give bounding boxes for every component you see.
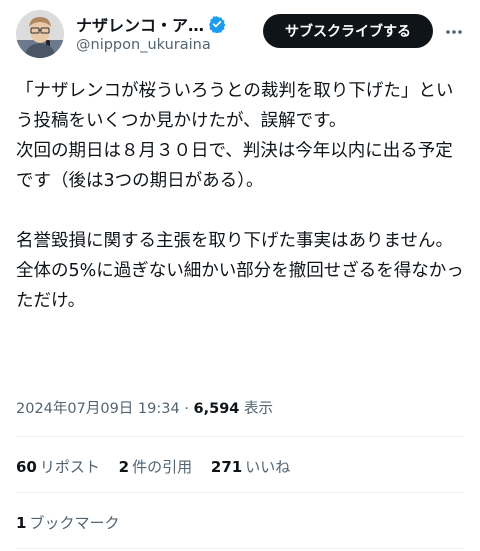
reposts-count: 60	[16, 458, 37, 476]
views-count: 6,594	[193, 401, 240, 417]
likes-count: 271	[210, 458, 243, 476]
author-info: ナザレンコ・ア… @nippon_ukuraina	[76, 13, 256, 53]
tweet-paragraph-2: 次回の期日は８月３０日で、判決は今年以内に出る予定です（後は3つの期日がある）。	[16, 141, 453, 191]
quotes-stat[interactable]: 2 件の引用	[119, 456, 192, 477]
divider-bottom	[16, 548, 464, 549]
display-name-row: ナザレンコ・ア…	[76, 13, 256, 35]
reposts-label: リポスト	[39, 458, 100, 476]
views-label: 表示	[244, 401, 274, 417]
verified-badge-icon[interactable]	[208, 15, 226, 34]
tweet-paragraph-1: 「ナザレンコが桜ういろうとの裁判を取り下げた」という投稿をいくつか見かけたが、誤…	[16, 81, 454, 131]
display-name[interactable]: ナザレンコ・ア…	[76, 12, 204, 36]
tweet-paragraph-3: 名誉毀損に関する主張を取り下げた事実はありません。全体の5%に過ぎない細かい部分…	[16, 231, 464, 311]
bookmarks-stat[interactable]: 1 ブックマーク	[16, 512, 119, 533]
meta-separator: ·	[184, 401, 189, 417]
bookmarks-label: ブックマーク	[29, 514, 120, 532]
divider-top	[16, 436, 464, 437]
tweet-meta: 2024年07月09日 19:34 · 6,594 表示	[16, 397, 464, 418]
profile-photo-icon	[16, 10, 64, 58]
divider-middle	[16, 492, 464, 493]
engagement-stats: 60 リポスト 2 件の引用 271 いいね	[16, 456, 464, 477]
likes-stat[interactable]: 271 いいね	[211, 456, 290, 477]
timestamp[interactable]: 2024年07月09日 19:34	[16, 401, 180, 417]
bookmarks-count: 1	[16, 514, 27, 532]
quotes-count: 2	[118, 458, 130, 476]
reposts-stat[interactable]: 60 リポスト	[16, 456, 100, 477]
user-handle[interactable]: @nippon_ukuraina	[76, 37, 256, 53]
more-dots-icon[interactable]	[444, 22, 464, 42]
tweet-header: ナザレンコ・ア… @nippon_ukuraina サブスクライブする	[16, 10, 464, 62]
tweet-text: 「ナザレンコが桜ういろうとの裁判を取り下げた」という投稿をいくつか見かけたが、誤…	[16, 76, 464, 316]
quotes-label: 件の引用	[132, 458, 193, 476]
likes-label: いいね	[245, 458, 291, 476]
subscribe-button[interactable]: サブスクライブする	[263, 14, 433, 48]
avatar[interactable]	[16, 10, 64, 58]
